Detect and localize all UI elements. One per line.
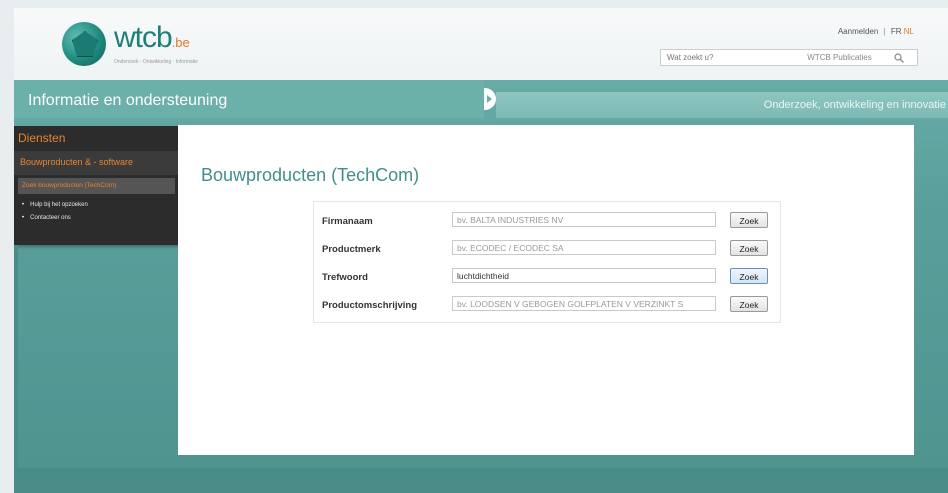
site-header: wtcb.be Onderzoek · Ontwikkeling · Infor… (14, 8, 948, 80)
content-card: Bouwproducten (TechCom) Firmanaam bv. BA… (178, 125, 914, 455)
search-icon[interactable] (892, 51, 906, 65)
top-links: Aanmelden | FR NL (838, 27, 914, 36)
logo-tagline: Onderzoek · Ontwikkeling · Informatie (114, 59, 198, 65)
section-band-right[interactable]: Onderzoek, ontwikkeling en innovatie (496, 92, 948, 118)
lang-nl-link[interactable]: NL (904, 27, 914, 36)
footer-band (14, 468, 948, 493)
band-arrow-icon[interactable] (484, 88, 496, 110)
sidebar-title[interactable]: Diensten (18, 131, 65, 145)
firmanaam-label: Firmanaam (322, 216, 373, 227)
firmanaam-input[interactable]: bv. BALTA INDUSTRIES NV (452, 212, 716, 227)
logo-wordmark: wtcb.be (114, 21, 190, 54)
section-title-info[interactable]: Informatie en ondersteuning (28, 92, 227, 110)
divider: | (883, 27, 886, 36)
page-title: Bouwproducten (TechCom) (201, 165, 420, 185)
site-search: Wat zoekt u? WTCB Publicaties (660, 49, 918, 66)
zoek-productmerk-button[interactable]: Zoek (730, 240, 768, 256)
logo-emblem-icon (62, 22, 106, 66)
search-input[interactable]: Wat zoekt u? (661, 53, 787, 62)
page-frame: wtcb.be Onderzoek · Ontwikkeling · Infor… (14, 8, 948, 493)
sidebar-item-label: Zoek bouwproducten (TechCom) (22, 182, 117, 189)
trefwoord-label: Trefwoord (322, 272, 368, 283)
lang-fr-link[interactable]: FR (891, 27, 902, 36)
form-row-trefwoord: Trefwoord luchtdichtheid Zoek (314, 266, 780, 288)
form-row-firmanaam: Firmanaam bv. BALTA INDUSTRIES NV Zoek (314, 210, 780, 232)
sidebar: Diensten Bouwproducten & - software Zoek… (14, 126, 179, 245)
productmerk-input[interactable]: bv. ECODEC / ECODEC SA (452, 240, 716, 255)
zoek-productomschrijving-button[interactable]: Zoek (730, 296, 768, 312)
zoek-firmanaam-button[interactable]: Zoek (730, 212, 768, 228)
productomschrijving-input[interactable]: bv. LOODSEN V GEBOGEN GOLFPLATEN V VERZI… (452, 296, 716, 311)
sidebar-item-label: Bouwproducten & - software (20, 157, 134, 167)
search-form: Firmanaam bv. BALTA INDUSTRIES NV Zoek P… (313, 201, 781, 323)
trefwoord-input[interactable]: luchtdichtheid (452, 268, 716, 283)
search-scope-select[interactable]: WTCB Publicaties (787, 53, 892, 62)
sidebar-subitem-contact[interactable]: Contacteer ons (22, 215, 71, 221)
sidebar-item-zoek-techcom[interactable]: Zoek bouwproducten (TechCom) (18, 178, 175, 194)
productmerk-label: Productmerk (322, 244, 381, 255)
left-edge (14, 245, 18, 468)
form-row-productmerk: Productmerk bv. ECODEC / ECODEC SA Zoek (314, 238, 780, 260)
form-row-productomschrijving: Productomschrijving bv. LOODSEN V GEBOGE… (314, 294, 780, 316)
login-link[interactable]: Aanmelden (838, 27, 878, 36)
sidebar-subitem-hulp[interactable]: Hulp bij het opzoeken (22, 202, 88, 208)
site-logo[interactable]: wtcb.be Onderzoek · Ontwikkeling · Infor… (62, 22, 198, 66)
section-band-left: Informatie en ondersteuning (14, 80, 484, 118)
section-title-research[interactable]: Onderzoek, ontwikkeling en innovatie (764, 99, 946, 111)
zoek-trefwoord-button[interactable]: Zoek (730, 268, 768, 284)
productomschrijving-label: Productomschrijving (322, 300, 418, 311)
sidebar-item-bouwproducten[interactable]: Bouwproducten & - software (14, 151, 179, 175)
